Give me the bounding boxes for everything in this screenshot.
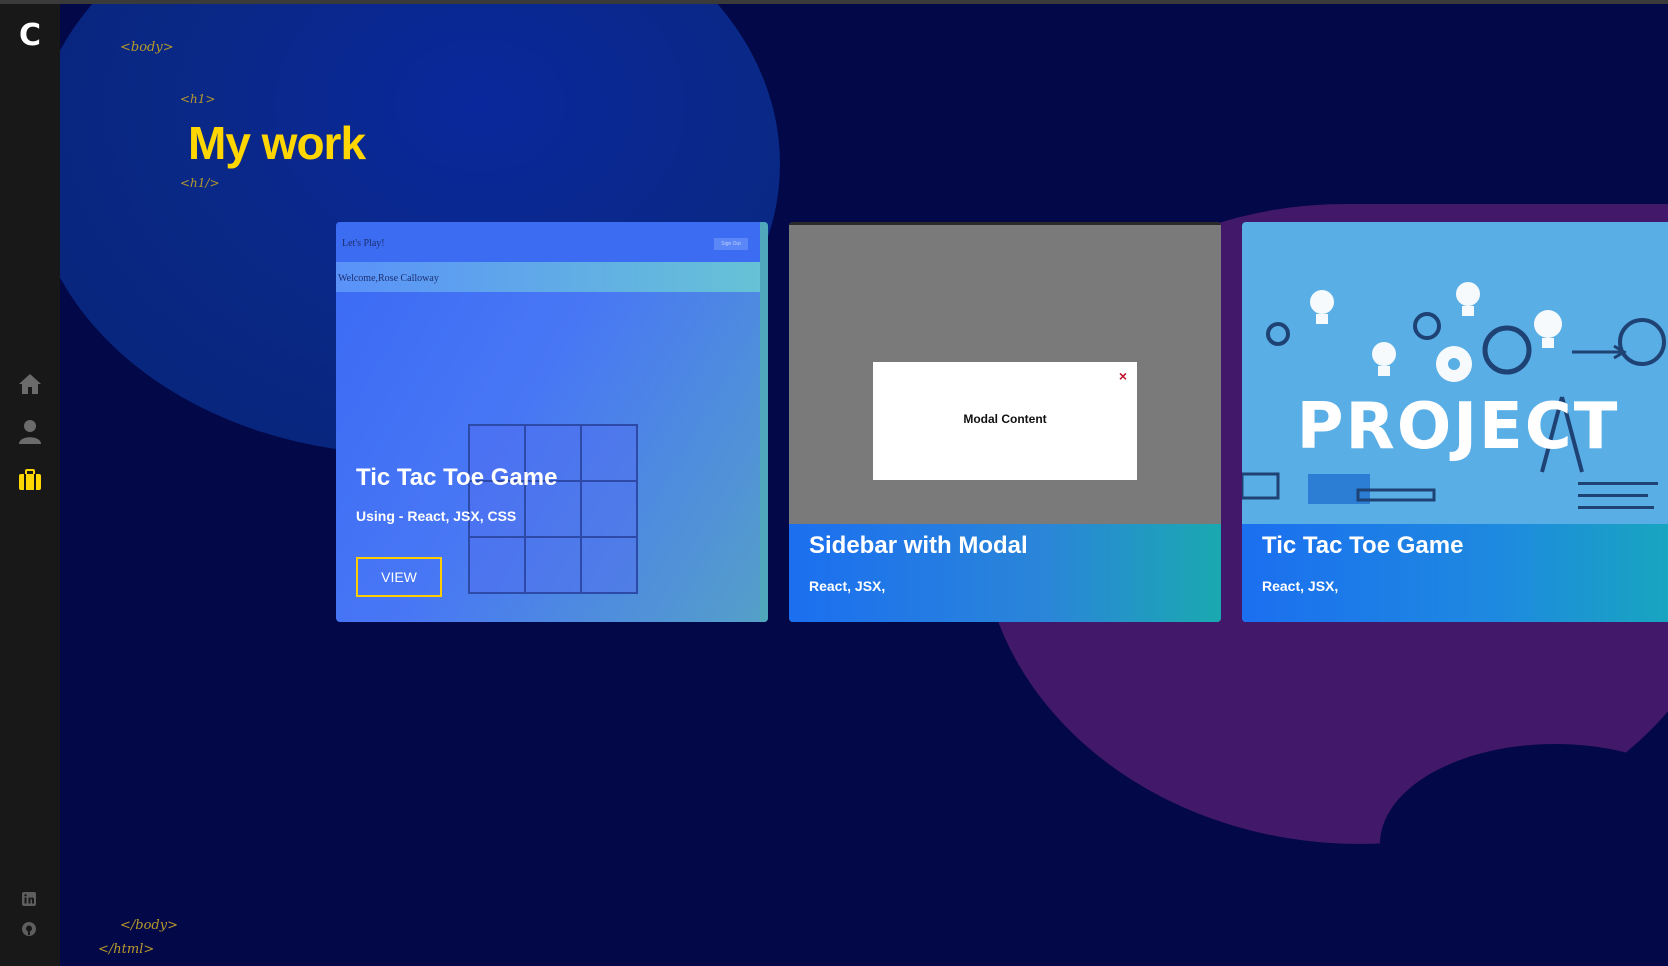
board-cell — [581, 481, 637, 537]
preview-sign-out-button: Sign Out — [714, 238, 748, 250]
preview-scrollbar — [760, 222, 768, 622]
modal-content-text: Modal Content — [963, 412, 1047, 426]
site-logo[interactable]: C — [0, 18, 60, 53]
card-subtitle: React, JSX, — [1262, 578, 1339, 594]
card-subtitle: React, JSX, — [809, 578, 886, 594]
html-close-tag: </html> — [98, 942, 155, 957]
preview-top-edge — [789, 222, 1221, 225]
project-card-sidebar-modal[interactable]: × Modal Content Sidebar with Modal React… — [789, 222, 1221, 622]
card-info-panel: Sidebar with Modal React, JSX, — [789, 524, 1221, 622]
board-cell — [581, 537, 637, 593]
board-cell — [525, 537, 581, 593]
home-icon[interactable] — [16, 370, 44, 398]
preview-navbar-title: Let's Play! — [342, 238, 385, 249]
user-icon[interactable] — [16, 418, 44, 446]
main-content: <body> <h1> My work <h1/> </body> </html… — [60, 4, 1668, 966]
close-icon: × — [1118, 368, 1127, 384]
h1-open-tag: <h1> — [180, 92, 216, 106]
body-open-tag: <body> — [120, 40, 174, 55]
project-card-project-image[interactable]: PROJECT Tic Tac Toe Game React, JSX, — [1242, 222, 1668, 622]
preview-welcome-bar: Welcome,Rose Calloway — [336, 262, 760, 292]
card-title: Sidebar with Modal — [809, 532, 1028, 559]
card-title: Tic Tac Toe Game — [356, 464, 558, 491]
page-title: My work — [188, 117, 366, 169]
preview-navbar: Let's Play! Sign Out — [336, 222, 760, 262]
view-button[interactable]: VIEW — [356, 557, 442, 597]
briefcase-icon[interactable] — [16, 466, 44, 494]
preview-modal: × Modal Content — [873, 362, 1137, 480]
card-title: Tic Tac Toe Game — [1262, 532, 1464, 559]
card-subtitle: Using - React, JSX, CSS — [356, 508, 517, 524]
project-card-tic-tac-toe[interactable]: Let's Play! Sign Out Welcome,Rose Callow… — [336, 222, 768, 622]
project-image-word: PROJECT — [1296, 390, 1620, 464]
project-illustration — [1242, 282, 1666, 509]
board-cell — [469, 537, 525, 593]
github-icon[interactable] — [22, 922, 38, 938]
preview-welcome-text: Welcome,Rose Calloway — [338, 273, 439, 284]
card-info-panel: Tic Tac Toe Game React, JSX, — [1242, 524, 1668, 622]
h1-close-tag: <h1/> — [180, 176, 220, 190]
sidebar: C — [0, 4, 60, 966]
board-cell — [581, 425, 637, 481]
linkedin-icon[interactable] — [22, 892, 38, 908]
body-close-tag: </body> — [120, 918, 178, 933]
